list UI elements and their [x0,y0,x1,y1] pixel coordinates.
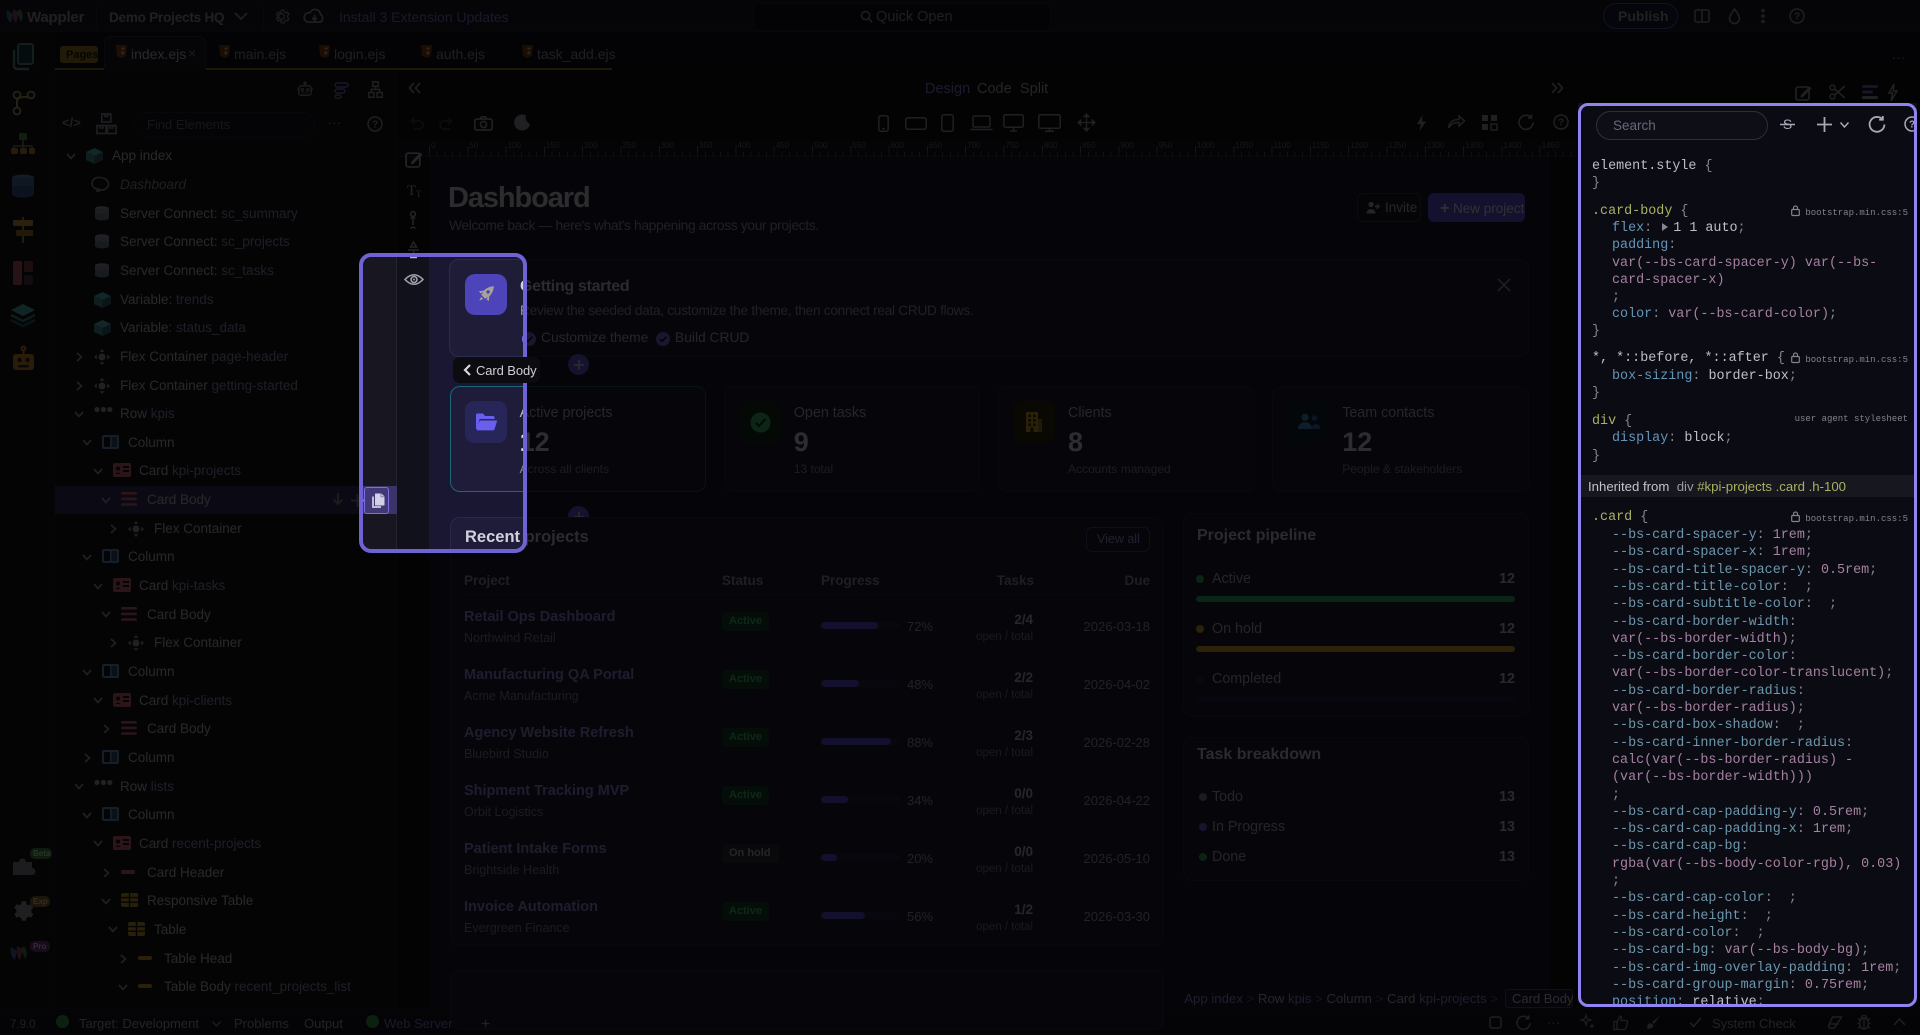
svg-text:?: ? [1909,120,1915,131]
